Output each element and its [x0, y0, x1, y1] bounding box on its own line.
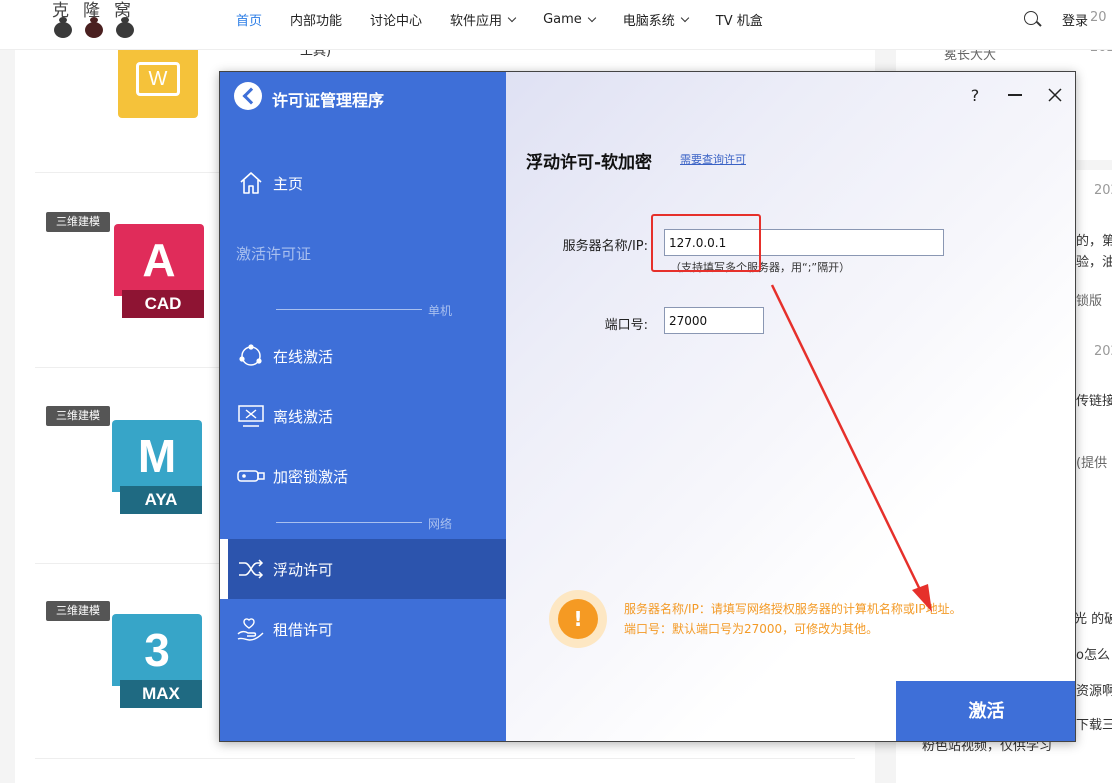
- annotation-highlight-box: [651, 214, 761, 272]
- server-label: 服务器名称/IP:: [562, 239, 648, 254]
- category-tag[interactable]: 三维建模: [46, 212, 110, 232]
- minimize-icon[interactable]: [1002, 82, 1028, 108]
- chevron-down-icon: [587, 13, 597, 22]
- login-link[interactable]: 登录: [1062, 10, 1088, 29]
- sidebar-item-offline-activation[interactable]: 离线激活: [220, 386, 506, 446]
- back-arrow-icon[interactable]: [234, 82, 262, 110]
- text-fragment: 的，第: [1076, 234, 1112, 249]
- main-menu: 首页 内部功能 讨论中心 软件应用 Game 电脑系统 TV 机盒: [236, 10, 791, 29]
- tip-server: 服务器名称/IP：请填写网络授权服务器的计算机名称或IP地址。: [624, 602, 962, 616]
- warning-icon: !: [549, 590, 607, 648]
- sidebar-item-online-activation[interactable]: 在线激活: [220, 326, 506, 386]
- help-icon[interactable]: ?: [962, 82, 988, 108]
- text-fragment: 锁版: [1076, 294, 1103, 309]
- text-fragment: 传链接: [1076, 394, 1112, 409]
- section-divider-standalone: 单机: [276, 302, 506, 318]
- license-manager-window: 许可证管理程序 主页 激活许可证 单机 在线激活 离线激活 加密锁激活 网络 浮…: [219, 71, 1076, 742]
- search-icon[interactable]: [1024, 11, 1038, 25]
- maya-icon[interactable]: M AYA: [112, 420, 202, 516]
- usb-dongle-icon: [236, 461, 266, 491]
- text-fragment: 下载三: [1076, 718, 1112, 733]
- autocad-icon[interactable]: A CAD: [114, 224, 204, 320]
- year-fragment: 202: [1094, 344, 1112, 359]
- nav-home[interactable]: 首页: [236, 10, 262, 29]
- tip-port: 端口号：默认端口号为27000，可修改为其他。: [624, 622, 879, 636]
- close-icon[interactable]: [1042, 82, 1068, 108]
- nav-forum[interactable]: 讨论中心: [370, 10, 422, 29]
- ant-icon: [54, 17, 72, 38]
- text-fragment: 验，油: [1076, 255, 1112, 270]
- sidebar-item-borrow-license[interactable]: 租借许可: [220, 599, 506, 659]
- ant-icon: [116, 17, 134, 38]
- ant-icon: [85, 17, 103, 38]
- year-fragment: 202: [1094, 183, 1112, 198]
- hand-heart-icon: [236, 614, 266, 644]
- nav-pc-system[interactable]: 电脑系统: [623, 10, 690, 29]
- 3dsmax-icon[interactable]: 3 MAX: [112, 614, 202, 710]
- nav-software[interactable]: 软件应用: [450, 10, 517, 29]
- category-tag[interactable]: 三维建模: [46, 406, 110, 426]
- sidebar-item-floating-license[interactable]: 浮动许可: [220, 539, 506, 599]
- text-fragment: o怎么: [1076, 648, 1110, 663]
- shuffle-icon: [236, 554, 266, 584]
- floating-license-panel: ? 浮动许可-软加密 需要查询许可 服务器名称/IP: （支持填写多个服务器，用…: [506, 72, 1075, 741]
- port-input[interactable]: [664, 307, 764, 334]
- category-tag[interactable]: 三维建模: [46, 601, 110, 621]
- chevron-down-icon: [507, 13, 517, 22]
- site-header: 克隆窝 首页 内部功能 讨论中心 软件应用 Game 电脑系统 TV 机盒 登录…: [0, 0, 1112, 50]
- network-nodes-icon: [236, 341, 266, 371]
- site-logo[interactable]: 克隆窝: [52, 0, 142, 46]
- word-app-icon[interactable]: W: [118, 50, 198, 118]
- nav-game[interactable]: Game: [543, 10, 597, 29]
- year-fragment: 20: [1090, 10, 1107, 25]
- nav-tv-box[interactable]: TV 机盒: [716, 10, 763, 29]
- port-label: 端口号:: [604, 318, 648, 333]
- chevron-down-icon: [680, 13, 690, 22]
- sidebar-item-dongle-activation[interactable]: 加密锁激活: [220, 446, 506, 506]
- text-fragment: 资源啊: [1076, 684, 1112, 699]
- query-license-link[interactable]: 需要查询许可: [680, 151, 746, 167]
- app-sidebar: 许可证管理程序 主页 激活许可证 单机 在线激活 离线激活 加密锁激活 网络 浮…: [220, 72, 506, 741]
- monitor-offline-icon: [236, 401, 266, 431]
- page-title: 浮动许可-软加密: [526, 153, 653, 173]
- nav-internal[interactable]: 内部功能: [290, 10, 342, 29]
- app-title: 许可证管理程序: [272, 91, 385, 110]
- divider: [35, 758, 855, 759]
- sidebar-item-home[interactable]: 主页: [220, 153, 506, 213]
- activate-button[interactable]: 激活: [896, 681, 1075, 741]
- home-icon: [236, 168, 266, 198]
- section-divider-network: 网络: [276, 515, 506, 531]
- text-fragment: (提供: [1076, 456, 1108, 471]
- sidebar-item-activate-license: 激活许可证: [236, 244, 312, 263]
- text-fragment: 光 的破: [1074, 612, 1112, 627]
